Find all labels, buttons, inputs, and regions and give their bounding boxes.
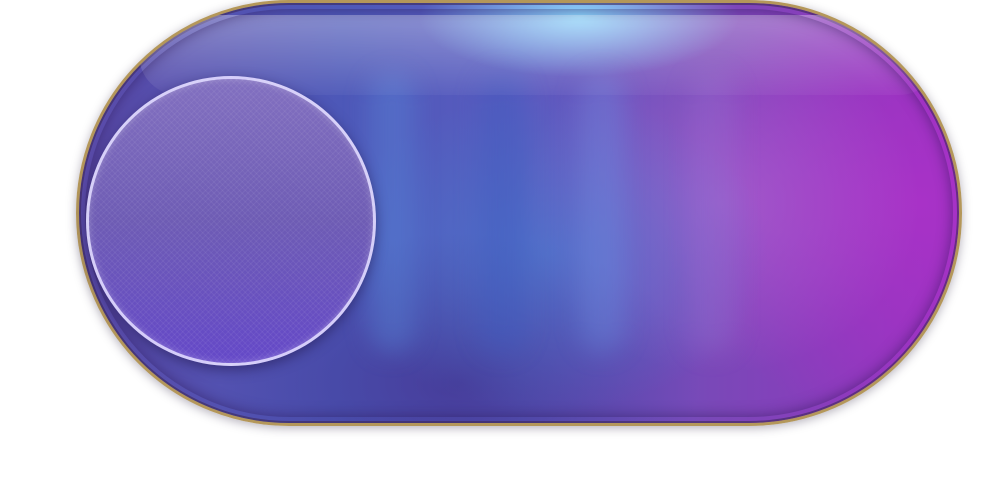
toggle-knob[interactable]	[86, 76, 376, 366]
